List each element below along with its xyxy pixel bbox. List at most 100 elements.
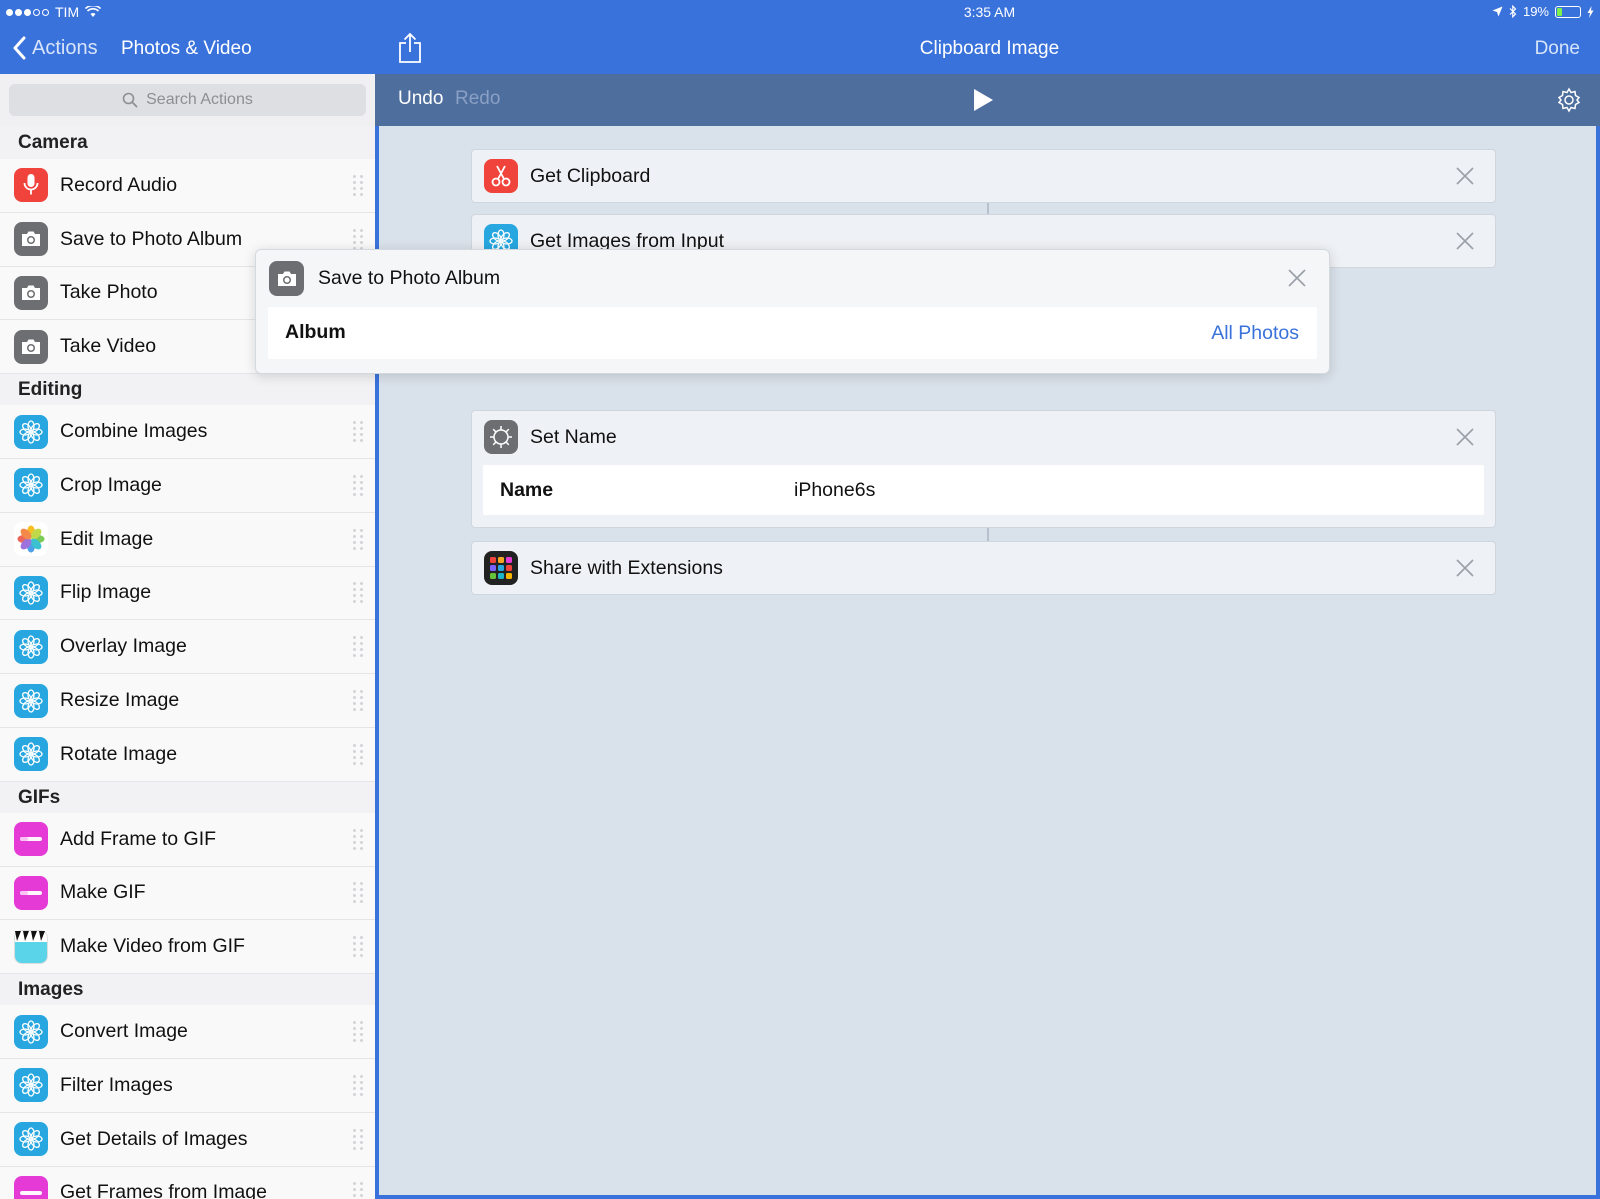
action-item-rotate-image[interactable]: Rotate Image bbox=[0, 727, 375, 782]
action-label: Save to Photo Album bbox=[60, 227, 243, 250]
gif-strip-icon bbox=[14, 875, 48, 910]
name-value-field[interactable]: iPhone6s bbox=[794, 479, 875, 502]
section-header-editing: Editing bbox=[0, 374, 375, 406]
flower-icon bbox=[14, 1068, 48, 1103]
action-item-combine-images[interactable]: Combine Images bbox=[0, 405, 375, 459]
search-placeholder: Search Actions bbox=[146, 91, 253, 108]
app-grid-icon bbox=[484, 551, 518, 585]
action-item-record-audio[interactable]: Record Audio bbox=[0, 159, 375, 213]
status-bar-left: TIM bbox=[6, 4, 102, 20]
album-parameter-row[interactable]: Album All Photos bbox=[268, 307, 1317, 359]
close-icon[interactable] bbox=[1285, 266, 1309, 290]
parameter-label: Album bbox=[285, 321, 346, 343]
settings-button[interactable] bbox=[1556, 87, 1582, 113]
action-item-filter-images[interactable]: Filter Images bbox=[0, 1058, 375, 1113]
drag-handle-icon[interactable] bbox=[353, 1178, 363, 1199]
action-item-resize-image[interactable]: Resize Image bbox=[0, 674, 375, 728]
drag-handle-icon[interactable] bbox=[353, 1124, 363, 1154]
gear-icon bbox=[1557, 87, 1581, 113]
action-item-get-frames-from-image[interactable]: Get Frames from Image bbox=[0, 1166, 375, 1199]
action-label: Get Frames from Image bbox=[60, 1181, 267, 1199]
card-connector bbox=[987, 528, 989, 541]
action-label: Make GIF bbox=[60, 881, 146, 904]
card-title: Save to Photo Album bbox=[318, 267, 501, 289]
action-card-get-clipboard[interactable]: Get Clipboard bbox=[471, 149, 1496, 203]
action-item-flip-image[interactable]: Flip Image bbox=[0, 566, 375, 621]
action-item-overlay-image[interactable]: Overlay Image bbox=[0, 620, 375, 675]
drag-handle-icon[interactable] bbox=[353, 1070, 363, 1100]
camera-icon bbox=[269, 261, 304, 296]
drag-handle-icon[interactable] bbox=[353, 878, 363, 908]
flower-icon bbox=[14, 414, 48, 449]
close-icon[interactable] bbox=[1453, 556, 1477, 580]
location-arrow-icon bbox=[1492, 6, 1503, 17]
action-label: Overlay Image bbox=[60, 635, 187, 658]
action-item-make-gif[interactable]: Make GIF bbox=[0, 866, 375, 921]
back-to-actions-button[interactable]: Actions bbox=[12, 36, 98, 60]
search-bar: Search Actions bbox=[0, 74, 375, 126]
action-item-make-video-from-gif[interactable]: Make Video from GIF bbox=[0, 920, 375, 975]
drag-handle-icon[interactable] bbox=[353, 417, 363, 447]
close-icon[interactable] bbox=[1453, 229, 1477, 253]
action-item-crop-image[interactable]: Crop Image bbox=[0, 458, 375, 513]
action-label: Combine Images bbox=[60, 420, 208, 443]
dragged-action-save-to-photo-album[interactable]: Save to Photo Album Album All Photos bbox=[255, 249, 1330, 374]
close-icon[interactable] bbox=[1453, 425, 1477, 449]
redo-button[interactable]: Redo bbox=[455, 88, 500, 110]
workflow-editor: 3:35 AM 19% Clipboard Image Done Undo Re… bbox=[375, 0, 1600, 1199]
sidebar-header: TIM Actions Photos & Video bbox=[0, 0, 375, 74]
drag-handle-icon[interactable] bbox=[353, 686, 363, 716]
flower-icon bbox=[14, 1122, 48, 1157]
drag-handle-icon[interactable] bbox=[353, 932, 363, 962]
done-button[interactable]: Done bbox=[1535, 38, 1580, 60]
card-header: Share with Extensions bbox=[472, 542, 1495, 594]
drag-handle-icon[interactable] bbox=[353, 524, 363, 554]
close-icon[interactable] bbox=[1453, 164, 1477, 188]
run-workflow-button[interactable] bbox=[970, 87, 996, 113]
editor-header: 3:35 AM 19% Clipboard Image Done bbox=[375, 0, 1600, 74]
album-picker-button[interactable]: All Photos bbox=[1211, 322, 1299, 345]
drag-handle-icon[interactable] bbox=[353, 632, 363, 662]
card-header: Save to Photo Album bbox=[256, 250, 1329, 306]
chevron-left-icon bbox=[13, 36, 26, 60]
drag-handle-icon[interactable] bbox=[353, 739, 363, 769]
action-item-convert-image[interactable]: Convert Image bbox=[0, 1005, 375, 1059]
status-bar-right: 19% bbox=[1492, 4, 1594, 19]
drag-handle-icon[interactable] bbox=[353, 578, 363, 608]
search-input[interactable]: Search Actions bbox=[9, 84, 366, 116]
play-icon bbox=[974, 89, 993, 111]
search-icon bbox=[122, 92, 138, 108]
name-parameter-row[interactable]: Name iPhone6s bbox=[483, 465, 1484, 515]
bluetooth-icon bbox=[1509, 5, 1517, 18]
card-connector bbox=[987, 203, 989, 214]
camera-icon bbox=[14, 275, 48, 310]
action-card-set-name[interactable]: Set Name Name iPhone6s bbox=[471, 410, 1496, 528]
action-item-add-frame-to-gif[interactable]: Add Frame to GIF bbox=[0, 812, 375, 867]
action-label: Resize Image bbox=[60, 689, 180, 712]
action-label: Flip Image bbox=[60, 581, 152, 604]
action-card-share-with-extensions[interactable]: Share with Extensions bbox=[471, 541, 1496, 595]
photos-pinwheel-icon bbox=[14, 522, 48, 557]
parameter-label: Name bbox=[500, 479, 554, 501]
action-item-get-details-of-images[interactable]: Get Details of Images bbox=[0, 1112, 375, 1167]
carrier-name: TIM bbox=[55, 4, 80, 20]
drag-handle-icon[interactable] bbox=[353, 1017, 363, 1047]
action-label: Make Video from GIF bbox=[60, 935, 245, 958]
actions-sidebar: TIM Actions Photos & Video Search Action… bbox=[0, 0, 375, 1199]
sidebar-title: Photos & Video bbox=[121, 38, 252, 59]
editor-toolbar: Undo Redo bbox=[375, 74, 1600, 126]
flower-icon bbox=[14, 575, 48, 610]
action-item-edit-image[interactable]: Edit Image bbox=[0, 512, 375, 567]
battery-percentage: 19% bbox=[1522, 4, 1549, 19]
action-label: Get Details of Images bbox=[60, 1127, 248, 1150]
drag-handle-icon[interactable] bbox=[353, 170, 363, 200]
flower-icon bbox=[14, 683, 48, 718]
drag-handle-icon[interactable] bbox=[353, 824, 363, 854]
undo-button[interactable]: Undo bbox=[398, 88, 443, 110]
action-label: Convert Image bbox=[60, 1020, 188, 1043]
drag-handle-icon[interactable] bbox=[353, 470, 363, 500]
signal-strength-icon bbox=[6, 8, 49, 16]
action-label: Record Audio bbox=[60, 173, 178, 196]
action-label: Take Video bbox=[60, 335, 157, 358]
battery-icon bbox=[1555, 5, 1581, 18]
